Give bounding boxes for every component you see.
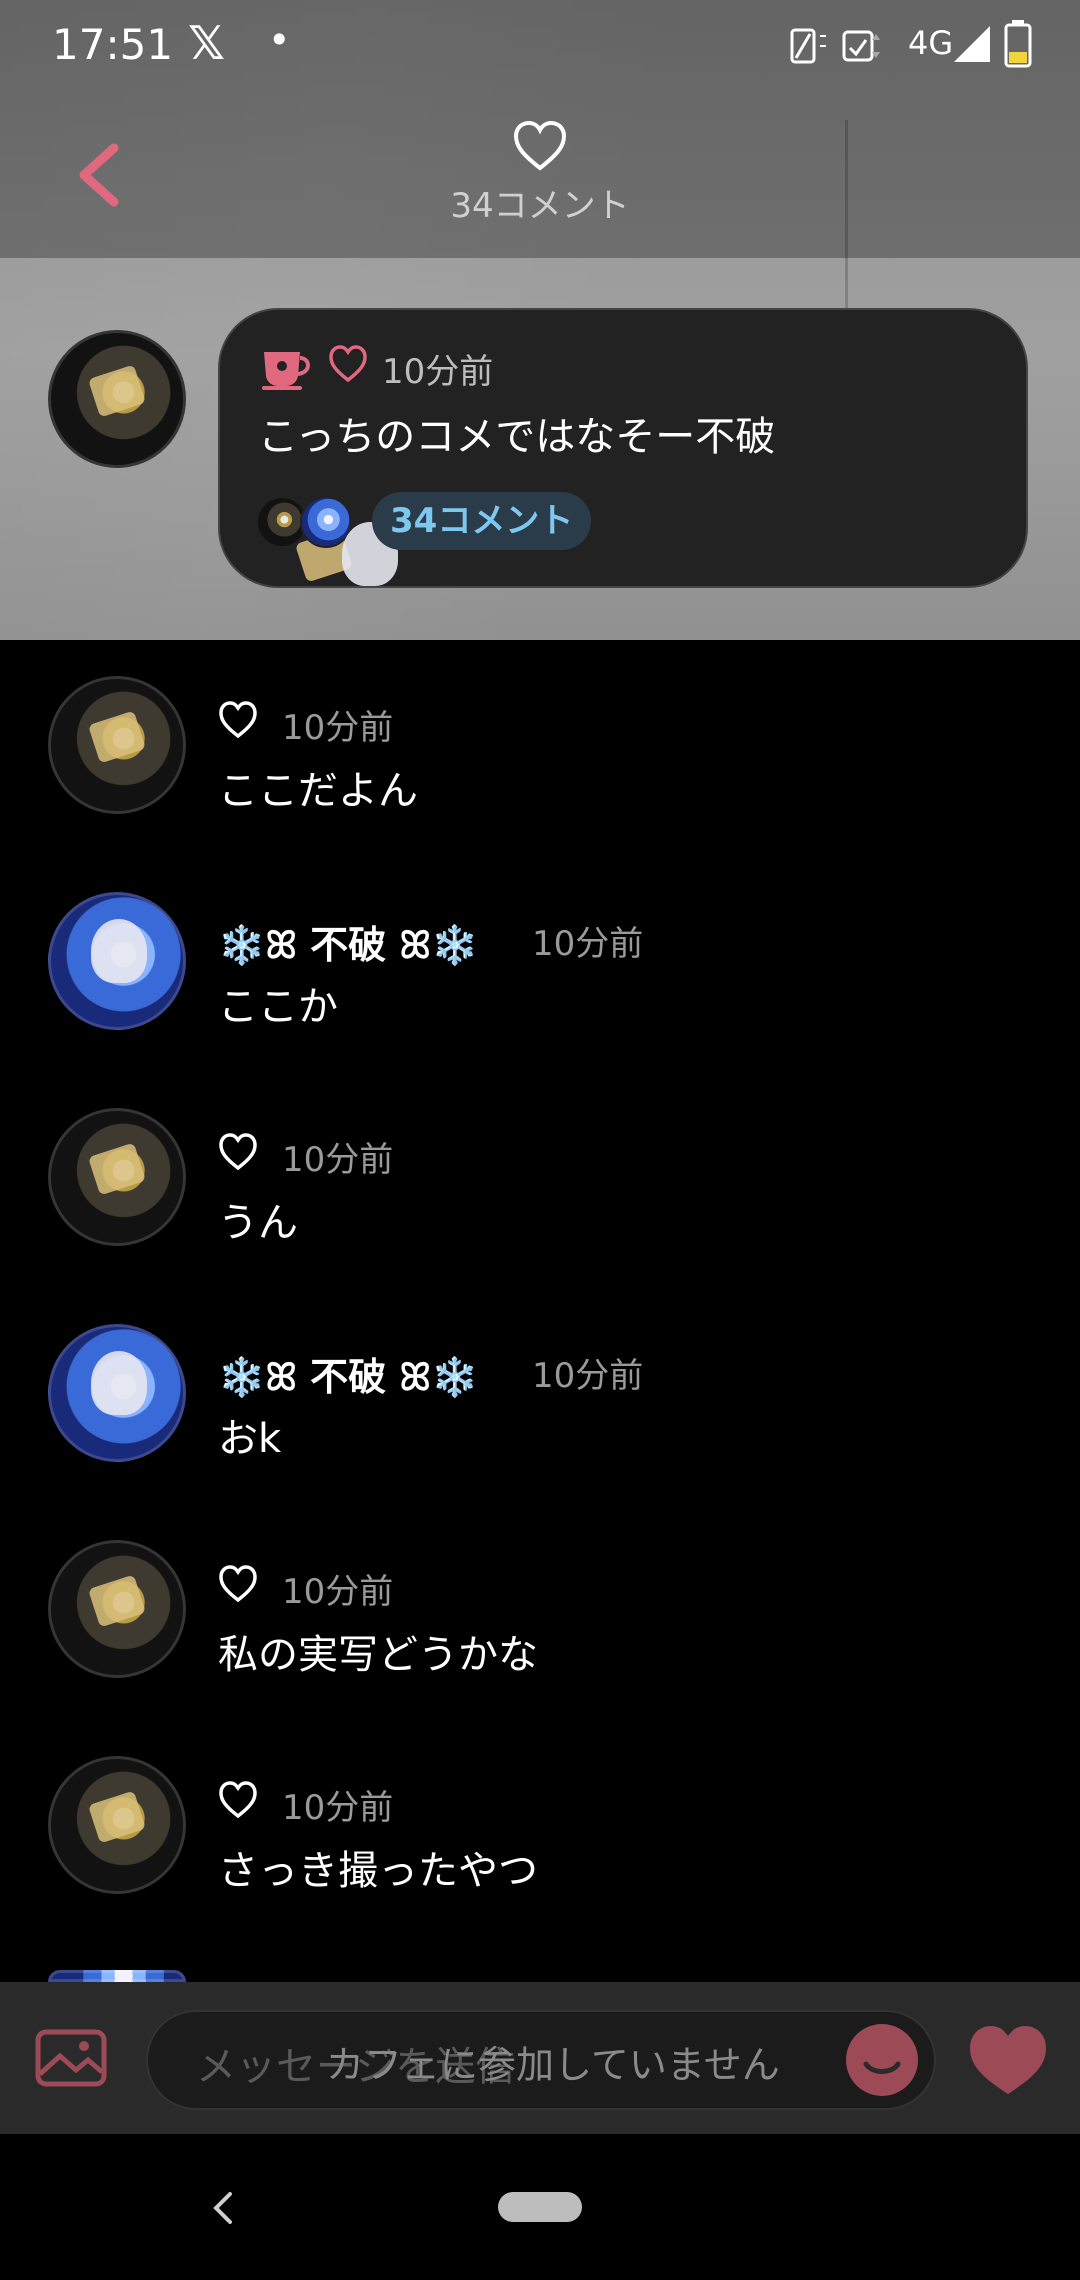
comment-text: 私の実写どうかな: [218, 1632, 538, 1678]
header-heart-icon[interactable]: [512, 118, 568, 174]
data-saver-icon: [842, 30, 880, 62]
reply-avatar: [300, 496, 398, 586]
notification-dot: •: [268, 18, 291, 62]
nav-home-pill[interactable]: [498, 2192, 582, 2222]
comment-author-name[interactable]: ❄️ꕤ 不破 ꕤ❄️: [218, 914, 478, 969]
comment-timestamp: 10分前: [282, 1788, 394, 1828]
comment-timestamp: 10分前: [532, 924, 644, 964]
comment-avatar[interactable]: [48, 1756, 186, 1894]
back-button[interactable]: [70, 140, 130, 210]
status-time: 17:51: [52, 20, 174, 69]
comment-timestamp: 10分前: [282, 1140, 394, 1180]
like-heart-icon[interactable]: [218, 1132, 258, 1172]
pinned-comment-text: こっちのコメではなそー不破: [258, 414, 776, 460]
heart-send-button[interactable]: [966, 2022, 1050, 2098]
pinned-like-heart-icon[interactable]: [328, 344, 368, 384]
comment-timestamp: 10分前: [282, 1572, 394, 1612]
smile-icon: [863, 2061, 901, 2074]
comment-count-label: 34コメント: [450, 186, 630, 226]
cup-icon: [262, 352, 310, 390]
comment-text: ここか: [218, 984, 338, 1030]
comment-text: さっき撮ったやつ: [218, 1848, 538, 1894]
comment-timestamp: 10分前: [282, 708, 394, 748]
emoji-button[interactable]: [846, 2024, 918, 2096]
comment-avatar[interactable]: [48, 1540, 186, 1678]
signal-icon: [954, 26, 990, 62]
comment-avatar[interactable]: [48, 1108, 186, 1246]
background-decoration: [845, 120, 848, 310]
replies-chip[interactable]: 34コメント: [372, 492, 592, 550]
comment-avatar[interactable]: [48, 1324, 186, 1462]
like-heart-icon[interactable]: [218, 700, 258, 740]
comment-avatar[interactable]: [48, 892, 186, 1030]
battery-icon: [1004, 20, 1032, 68]
comment-avatar[interactable]: [48, 1970, 186, 1982]
comment-text: おk: [218, 1416, 282, 1462]
vibrate-icon: [790, 28, 826, 64]
comment-text: うん: [218, 1200, 298, 1246]
nav-back-icon[interactable]: [208, 2188, 238, 2228]
not-joined-notice: カフェに参加していません: [326, 2043, 780, 2087]
pinned-timestamp: 10分前: [382, 352, 494, 392]
like-heart-icon[interactable]: [218, 1564, 258, 1604]
x-app-icon: 𝕏: [188, 16, 226, 70]
comment-timestamp: 10分前: [532, 1356, 644, 1396]
comment-avatar[interactable]: [48, 676, 186, 814]
comment-author-name[interactable]: ❄️ꕤ 不破 ꕤ❄️: [218, 1346, 478, 1401]
like-heart-icon[interactable]: [218, 1780, 258, 1820]
comment-text: ここだよん: [218, 768, 418, 814]
image-attach-button[interactable]: [34, 2028, 108, 2088]
network-type: 4G: [908, 24, 954, 62]
pinned-author-avatar[interactable]: [48, 330, 186, 468]
